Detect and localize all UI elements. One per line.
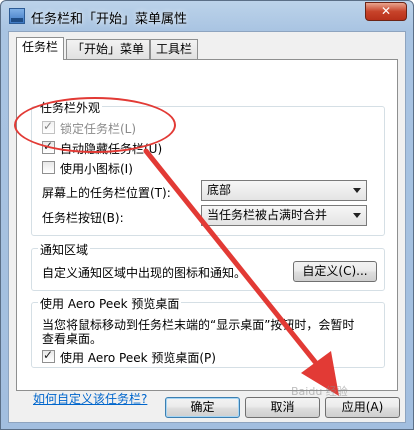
aero-peek-checkbox-label: 使用 Aero Peek 预览桌面(P) [60, 351, 216, 365]
tab-taskbar[interactable]: 任务栏 [16, 37, 65, 60]
lock-taskbar-checkbox[interactable] [42, 119, 55, 134]
dialog-window: 任务栏和「开始」菜单属性 ✕ 任务栏 「开始」菜单 工具栏 任务栏外观 锁定任务… [0, 0, 414, 430]
taskbar-buttons-label: 任务栏按钮(B): [42, 211, 124, 225]
ok-button[interactable]: 确定 [165, 397, 240, 418]
window-title: 任务栏和「开始」菜单属性 [31, 12, 188, 27]
aero-peek-description-line2: 查看桌面。 [42, 332, 103, 346]
close-button[interactable]: ✕ [365, 2, 407, 21]
customize-notification-button[interactable]: 自定义(C)... [293, 261, 377, 282]
chevron-down-icon [353, 188, 361, 193]
aero-peek-group-title: 使用 Aero Peek 预览桌面 [38, 295, 182, 312]
taskbar-app-icon [9, 8, 25, 24]
tab-start-menu[interactable]: 「开始」菜单 [66, 39, 151, 59]
aero-peek-checkbox[interactable] [42, 348, 55, 363]
taskbar-location-select[interactable]: 底部 [201, 180, 367, 201]
taskbar-location-label: 屏幕上的任务栏位置(T): [42, 186, 171, 200]
title-bar[interactable]: 任务栏和「开始」菜单属性 ✕ [1, 1, 413, 31]
chevron-down-icon [353, 213, 361, 218]
taskbar-buttons-select[interactable]: 当任务栏被占满时合并 [201, 205, 367, 226]
autohide-taskbar-checkbox[interactable] [42, 139, 55, 154]
small-icons-checkbox[interactable] [42, 161, 55, 174]
lock-taskbar-label: 锁定任务栏(L) [60, 122, 137, 136]
customize-taskbar-help-link[interactable]: 如何自定义该任务栏? [33, 390, 147, 407]
appearance-group-title: 任务栏外观 [38, 99, 103, 116]
watermark: Baidu 经验 [291, 385, 348, 398]
cancel-button[interactable]: 取消 [245, 397, 320, 418]
autohide-taskbar-label: 自动隐藏任务栏(U) [60, 142, 163, 156]
small-icons-label: 使用小图标(I) [60, 162, 133, 176]
notification-description: 自定义通知区域中出现的图标和通知。 [42, 266, 247, 280]
taskbar-location-value: 底部 [207, 183, 232, 197]
dialog-client-area: 任务栏 「开始」菜单 工具栏 任务栏外观 锁定任务栏(L) 自动隐藏任务栏(U)… [8, 31, 406, 423]
tab-toolbars[interactable]: 工具栏 [150, 39, 199, 59]
apply-button[interactable]: 应用(A) [325, 397, 400, 418]
taskbar-buttons-value: 当任务栏被占满时合并 [207, 208, 328, 222]
notification-group-title: 通知区域 [38, 241, 91, 258]
taskbar-tab-panel: 任务栏外观 锁定任务栏(L) 自动隐藏任务栏(U) 使用小图标(I) 屏幕上的任… [16, 59, 398, 406]
